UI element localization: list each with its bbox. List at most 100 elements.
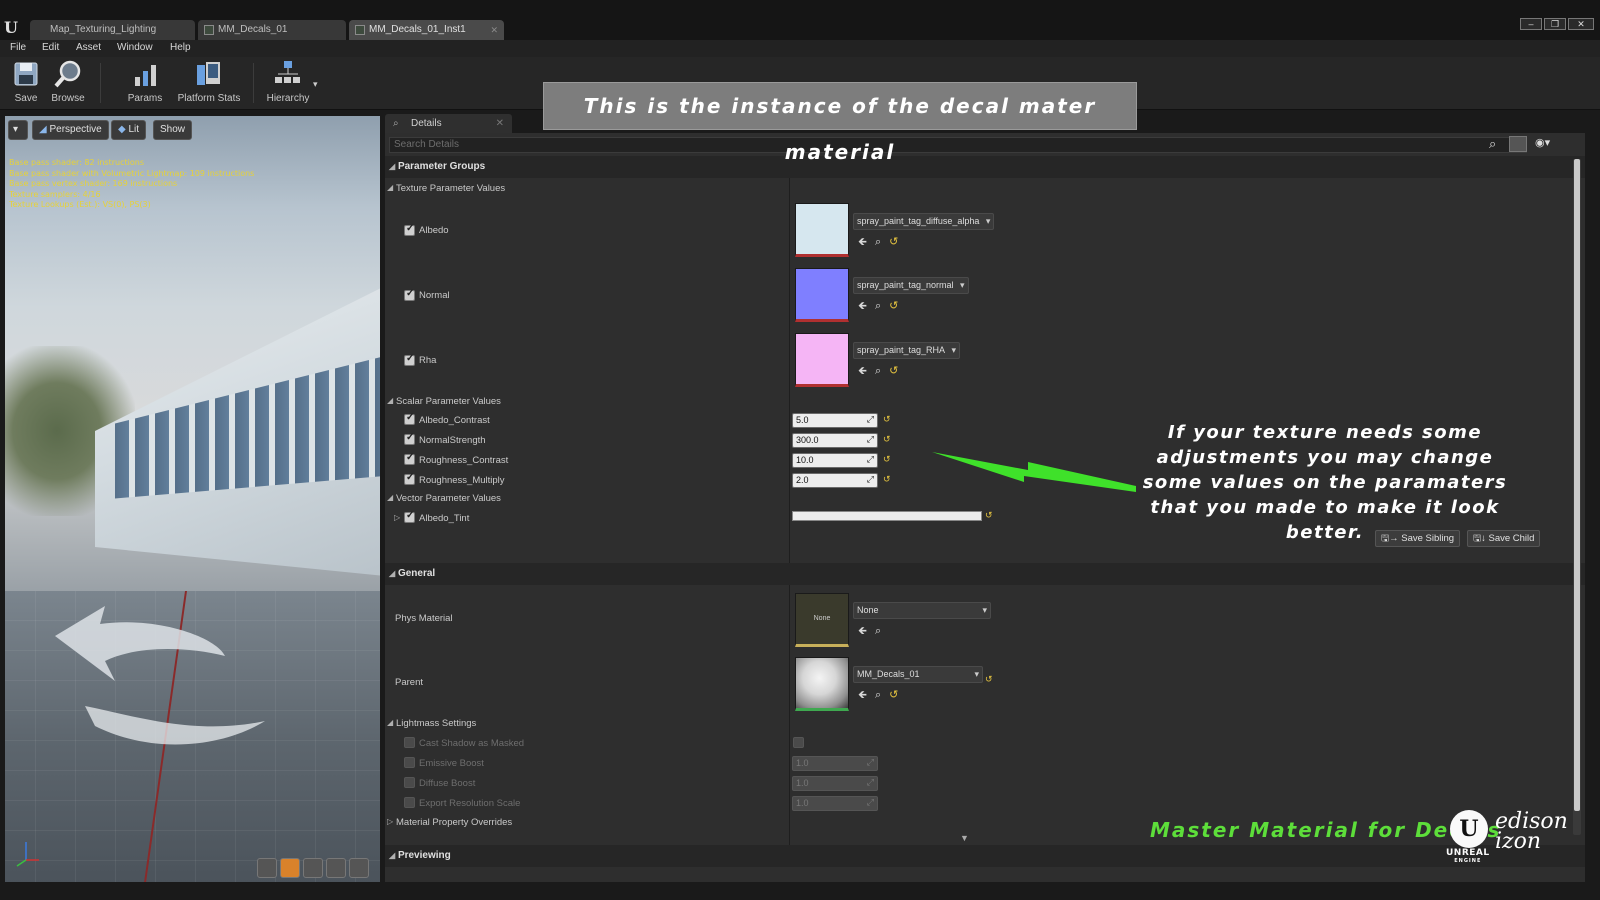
reset-icon[interactable]: ↺ xyxy=(883,454,891,465)
grid-view-icon[interactable] xyxy=(1509,136,1527,152)
reset-icon[interactable]: ↺ xyxy=(889,364,898,377)
expand-icon[interactable]: ▷ xyxy=(394,513,400,522)
normal-checkbox[interactable] xyxy=(404,288,415,301)
details-tab[interactable]: ⌕ Details ✕ xyxy=(385,114,512,133)
tab-mm-decals[interactable]: MM_Decals_01 xyxy=(198,20,346,40)
scrollbar-thumb[interactable] xyxy=(1574,159,1580,811)
tab-map[interactable]: Map_Texturing_Lighting xyxy=(30,20,195,40)
lightmass-header[interactable]: Lightmass Settings xyxy=(396,718,476,729)
diffuse-boost-checkbox[interactable] xyxy=(404,777,415,788)
viewport-options-button[interactable]: ▾ xyxy=(8,120,28,140)
collapse-icon[interactable]: ◢ xyxy=(387,493,393,502)
close-window-button[interactable]: ✕ xyxy=(1568,18,1594,30)
general-header[interactable]: ◢ General xyxy=(385,563,1585,585)
search-input[interactable]: Search Details xyxy=(389,137,1527,153)
eye-icon[interactable]: ◉▾ xyxy=(1535,136,1550,149)
albedo-contrast-checkbox[interactable] xyxy=(404,412,415,425)
diffuse-boost-input[interactable]: 1.0 xyxy=(792,776,878,791)
reset-icon[interactable]: ↺ xyxy=(889,688,898,701)
albedo-tint-color-swatch[interactable] xyxy=(792,511,982,521)
preview-viewport[interactable]: ▾ ◢ Perspective ◆ Lit Show Base pass sha… xyxy=(5,116,380,882)
normal-texture-thumbnail[interactable] xyxy=(795,268,849,322)
minimize-button[interactable]: – xyxy=(1520,18,1542,30)
parent-dropdown[interactable]: MM_Decals_01 xyxy=(853,666,983,683)
cast-shadow-checkbox[interactable] xyxy=(404,737,415,748)
albedo-contrast-input[interactable]: 5.0 xyxy=(792,413,878,428)
close-icon[interactable]: ✕ xyxy=(496,114,504,133)
roughness-multiply-input[interactable]: 2.0 xyxy=(792,473,878,488)
preview-sphere-button[interactable] xyxy=(280,858,300,878)
emissive-boost-checkbox[interactable] xyxy=(404,757,415,768)
albedo-texture-thumbnail[interactable] xyxy=(795,203,849,257)
material-overrides-header[interactable]: Material Property Overrides xyxy=(396,817,512,828)
roughness-multiply-checkbox[interactable] xyxy=(404,472,415,485)
normal-asset-dropdown[interactable]: spray_paint_tag_normal xyxy=(853,277,969,294)
details-scrollbar[interactable] xyxy=(1573,159,1581,835)
save-button[interactable]: Save xyxy=(10,59,42,104)
rha-texture-thumbnail[interactable] xyxy=(795,333,849,387)
roughness-contrast-checkbox[interactable] xyxy=(404,452,415,465)
unreal-logo-icon[interactable]: U xyxy=(4,18,24,38)
menu-file[interactable]: File xyxy=(10,42,26,53)
collapse-icon[interactable]: ◢ xyxy=(387,396,393,405)
preview-mesh-button[interactable] xyxy=(349,858,369,878)
rha-asset-dropdown[interactable]: spray_paint_tag_RHA xyxy=(853,342,961,359)
preview-cylinder-button[interactable] xyxy=(257,858,277,878)
close-icon[interactable]: ✕ xyxy=(490,20,498,40)
reset-icon[interactable]: ↺ xyxy=(883,434,891,445)
menu-edit[interactable]: Edit xyxy=(42,42,59,53)
chevron-down-icon[interactable]: ▾ xyxy=(313,79,318,90)
params-button[interactable]: Params xyxy=(125,59,165,104)
phys-material-dropdown[interactable]: None xyxy=(853,602,991,619)
platform-stats-button[interactable]: Platform Stats xyxy=(176,59,242,104)
lit-button[interactable]: ◆ Lit xyxy=(111,120,147,140)
preview-plane-button[interactable] xyxy=(303,858,323,878)
export-resolution-checkbox[interactable] xyxy=(404,797,415,808)
expand-icon[interactable]: ▷ xyxy=(387,817,393,826)
cast-shadow-value-checkbox[interactable] xyxy=(793,737,804,748)
use-selected-icon[interactable]: 🡸 xyxy=(858,622,867,641)
roughness-contrast-input[interactable]: 10.0 xyxy=(792,453,878,468)
reset-icon[interactable]: ↺ xyxy=(985,510,993,521)
menu-asset[interactable]: Asset xyxy=(76,42,101,53)
normal-strength-input[interactable]: 300.0 xyxy=(792,433,878,448)
parameter-groups-header[interactable]: ◢ Parameter Groups xyxy=(385,156,1585,178)
scalar-params-header[interactable]: Scalar Parameter Values xyxy=(396,396,501,407)
export-resolution-input[interactable]: 1.0 xyxy=(792,796,878,811)
use-selected-icon[interactable]: 🡸 xyxy=(858,297,867,316)
rha-checkbox[interactable] xyxy=(404,353,415,366)
chevron-down-icon[interactable]: ▼ xyxy=(960,833,969,843)
collapse-icon[interactable]: ◢ xyxy=(387,183,393,192)
use-selected-icon[interactable]: 🡸 xyxy=(858,362,867,381)
menu-help[interactable]: Help xyxy=(170,42,191,53)
maximize-button[interactable]: ❐ xyxy=(1544,18,1566,30)
reset-icon[interactable]: ↺ xyxy=(883,474,891,485)
previewing-header[interactable]: ◢ Previewing xyxy=(385,845,1585,867)
reset-icon[interactable]: ↺ xyxy=(889,299,898,312)
texture-params-header[interactable]: Texture Parameter Values xyxy=(396,183,505,194)
emissive-boost-input[interactable]: 1.0 xyxy=(792,756,878,771)
hierarchy-button[interactable]: Hierarchy xyxy=(264,59,312,104)
parent-material-thumbnail[interactable] xyxy=(795,657,849,711)
reset-icon[interactable]: ↺ xyxy=(883,414,891,425)
browse-icon[interactable]: ⌕ xyxy=(875,689,881,702)
search-icon[interactable]: ⌕ xyxy=(1489,136,1496,152)
browse-icon[interactable]: ⌕ xyxy=(875,236,881,249)
albedo-checkbox[interactable] xyxy=(404,223,415,236)
albedo-asset-dropdown[interactable]: spray_paint_tag_diffuse_alpha xyxy=(853,213,995,230)
use-selected-icon[interactable]: 🡸 xyxy=(858,686,867,705)
show-button[interactable]: Show xyxy=(153,120,193,140)
browse-icon[interactable]: ⌕ xyxy=(875,625,881,638)
browse-icon[interactable]: ⌕ xyxy=(875,365,881,378)
menu-window[interactable]: Window xyxy=(117,42,153,53)
reset-icon[interactable]: ↺ xyxy=(985,674,993,685)
browse-icon[interactable]: ⌕ xyxy=(875,300,881,313)
preview-cube-button[interactable] xyxy=(326,858,346,878)
use-selected-icon[interactable]: 🡸 xyxy=(858,233,867,252)
perspective-button[interactable]: ◢ Perspective xyxy=(32,120,109,140)
reset-icon[interactable]: ↺ xyxy=(889,235,898,248)
tab-mm-decals-inst[interactable]: MM_Decals_01_Inst1 ✕ xyxy=(349,20,504,40)
phys-material-thumbnail[interactable]: None xyxy=(795,593,849,647)
vector-params-header[interactable]: Vector Parameter Values xyxy=(396,493,501,504)
collapse-icon[interactable]: ◢ xyxy=(387,718,393,727)
